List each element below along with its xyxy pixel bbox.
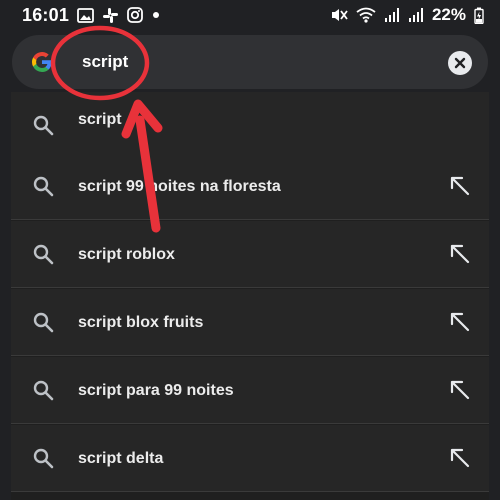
fill-query-arrow-icon[interactable] — [449, 379, 471, 401]
status-bar: 16:01 22% — [0, 0, 500, 30]
fill-query-arrow-icon[interactable] — [449, 447, 471, 469]
suggestion-text: script 99 noites na floresta — [78, 178, 281, 195]
suggestion-item[interactable]: script roblox — [11, 221, 489, 288]
battery-charging-icon — [474, 7, 484, 24]
search-icon — [33, 115, 54, 136]
search-bar[interactable] — [12, 35, 488, 89]
search-icon — [33, 312, 54, 333]
status-time: 16:01 — [22, 4, 70, 25]
search-input[interactable] — [82, 47, 442, 77]
signal-icon — [384, 7, 400, 23]
suggestion-text: script blox fruits — [78, 314, 204, 331]
gallery-icon — [77, 7, 94, 23]
signal-icon — [408, 7, 424, 23]
search-icon — [33, 244, 54, 265]
clear-search-button[interactable] — [448, 51, 472, 75]
suggestion-item[interactable]: script para 99 noites — [11, 357, 489, 424]
fill-query-arrow-icon[interactable] — [449, 175, 471, 197]
search-header — [0, 30, 500, 94]
fill-query-arrow-icon[interactable] — [449, 311, 471, 333]
suggestion-list: script script 99 noites na floresta scri… — [11, 92, 489, 500]
search-icon — [33, 448, 54, 469]
suggestion-item[interactable]: script blox fruits — [11, 289, 489, 356]
slack-icon — [102, 7, 119, 24]
notification-dot-icon — [151, 10, 161, 20]
suggestion-text: script delta — [78, 450, 164, 467]
suggestion-item[interactable]: script 99 noites na floresta — [11, 153, 489, 220]
status-right: 22% — [330, 5, 484, 25]
instagram-icon — [127, 7, 143, 23]
suggestion-text: script para 99 noites — [78, 382, 234, 399]
wifi-icon — [356, 7, 376, 23]
mute-icon — [330, 7, 348, 23]
battery-percent: 22% — [431, 5, 466, 24]
suggestion-item[interactable]: script — [11, 92, 489, 159]
suggestion-item[interactable]: script delta — [11, 425, 489, 492]
clear-icon — [454, 57, 466, 69]
suggestion-text: script roblox — [78, 246, 175, 263]
google-logo-icon — [30, 50, 54, 74]
search-icon — [33, 380, 54, 401]
status-left: 16:01 — [22, 5, 161, 26]
search-icon — [33, 176, 54, 197]
fill-query-arrow-icon[interactable] — [449, 243, 471, 265]
suggestion-text: script — [78, 111, 122, 128]
